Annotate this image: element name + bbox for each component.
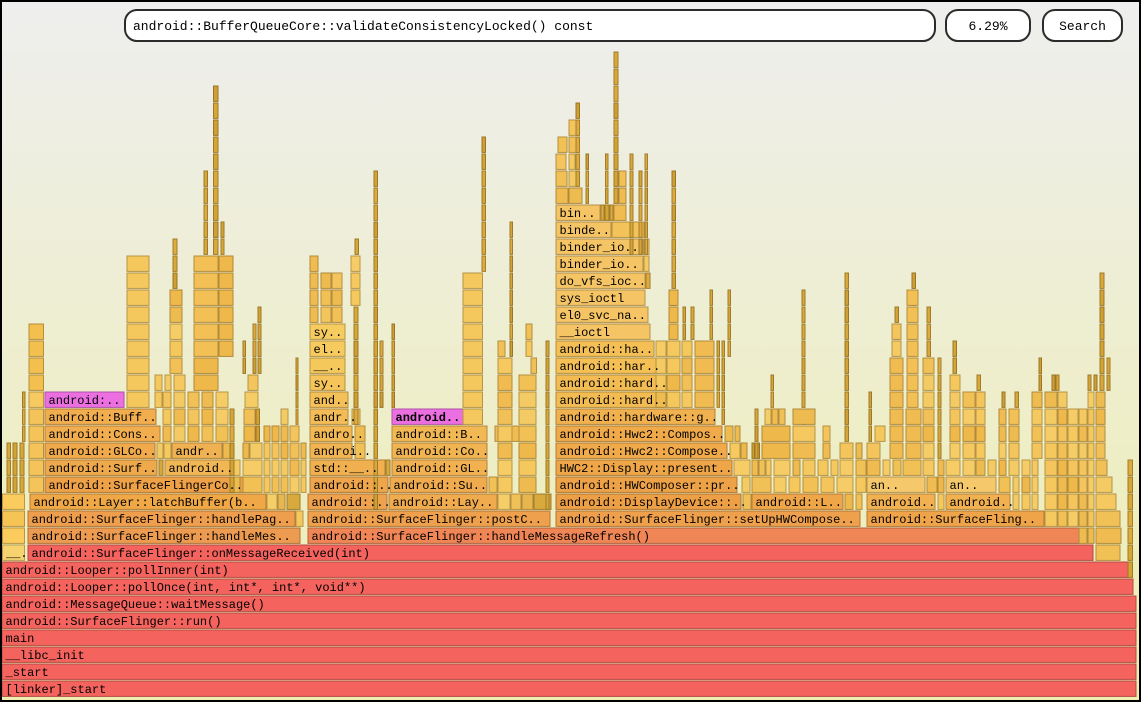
svg-text:sy..: sy.. [314, 326, 343, 340]
svg-text:android::Co..: android::Co.. [396, 445, 490, 459]
svg-text:android::MessageQueue::waitMes: android::MessageQueue::waitMessage() [6, 598, 265, 612]
svg-text:android::Hwc2::Compos..: android::Hwc2::Compos.. [560, 428, 726, 442]
svg-text:android::Looper::pollOnce(int,: android::Looper::pollOnce(int, int*, int… [6, 581, 366, 595]
svg-text:main: main [6, 632, 35, 646]
svg-text:android::Lay..: android::Lay.. [393, 496, 494, 510]
svg-text:_start: _start [5, 666, 49, 680]
svg-text:android::hard..: android::hard.. [560, 394, 668, 408]
svg-text:android::Layer::latchBuffer(b.: android::Layer::latchBuffer(b.. [34, 496, 257, 510]
svg-text:sys_ioctl: sys_ioctl [560, 292, 625, 306]
svg-text:android..: android.. [950, 496, 1015, 510]
svg-text:android::ha..: android::ha.. [560, 343, 654, 357]
svg-text:android::Surf..: android::Surf.. [49, 462, 157, 476]
svg-text:android::SurfaceFlinger::handl: android::SurfaceFlinger::handleMes.. [32, 530, 291, 544]
svg-text:Search: Search [1059, 19, 1106, 34]
svg-text:android::Su..: android::Su.. [394, 479, 488, 493]
svg-text:__libc_init: __libc_init [5, 649, 85, 663]
svg-text:__.: __. [5, 547, 28, 561]
svg-text:android..: android.. [169, 462, 234, 476]
svg-text:android::Buff..: android::Buff.. [49, 411, 157, 425]
svg-text:andr..: andr.. [176, 445, 219, 459]
svg-text:android::GL..: android::GL.. [396, 462, 490, 476]
svg-text:andro..: andro.. [314, 428, 364, 442]
svg-text:binder_io..: binder_io.. [560, 241, 639, 255]
svg-text:android::GLCo..: android::GLCo.. [49, 445, 157, 459]
svg-text:6.29%: 6.29% [968, 19, 1007, 34]
svg-text:android::L..: android::L.. [756, 496, 842, 510]
svg-text:bin..: bin.. [560, 207, 596, 221]
svg-text:android::SurfaceFlinger::run(): android::SurfaceFlinger::run() [6, 615, 222, 629]
svg-text:an..: an.. [950, 479, 979, 493]
svg-text:android::SurfaceFlingerCo..: android::SurfaceFlingerCo.. [49, 479, 243, 493]
svg-text:android..: android.. [871, 496, 936, 510]
svg-text:android::..: android::.. [314, 479, 393, 493]
svg-text:sy..: sy.. [314, 377, 343, 391]
svg-text:android::SurfaceFlinger::onMes: android::SurfaceFlinger::onMessageReceiv… [32, 547, 370, 561]
svg-text:an..: an.. [871, 479, 900, 493]
svg-text:android::hard..: android::hard.. [560, 377, 668, 391]
svg-text:android::har..: android::har.. [560, 360, 661, 374]
svg-text:android::SurfaceFling..: android::SurfaceFling.. [871, 513, 1037, 527]
svg-text:android::HWComposer::pr..: android::HWComposer::pr.. [560, 479, 740, 493]
svg-text:android::BufferQueueCore::vali: android::BufferQueueCore::validateConsis… [133, 19, 593, 34]
svg-text:android::Cons..: android::Cons.. [49, 428, 157, 442]
svg-text:binder_io..: binder_io.. [560, 258, 639, 272]
svg-text:__ioctl: __ioctl [559, 326, 610, 340]
svg-text:android::SurfaceFlinger::handl: android::SurfaceFlinger::handleMessageRe… [312, 530, 650, 544]
svg-text:binde..: binde.. [560, 224, 610, 238]
svg-text:[linker]_start: [linker]_start [6, 683, 107, 697]
svg-text:android:..: android:.. [49, 394, 121, 408]
svg-text:and..: and.. [314, 394, 350, 408]
svg-text:el0_svc_na..: el0_svc_na.. [560, 309, 646, 323]
svg-text:android::..: android::.. [312, 496, 391, 510]
svg-text:android::DisplayDevice::..: android::DisplayDevice::.. [560, 496, 747, 510]
svg-text:android::SurfaceFlinger::setUp: android::SurfaceFlinger::setUpHWCompose.… [560, 513, 855, 527]
svg-text:andr..: andr.. [314, 411, 357, 425]
svg-text:android::B..: android::B.. [396, 428, 482, 442]
svg-text:android::SurfaceFlinger::handl: android::SurfaceFlinger::handlePag.. [32, 513, 291, 527]
svg-text:__..: __.. [313, 360, 343, 374]
svg-text:do_vfs_ioc..: do_vfs_ioc.. [560, 275, 646, 289]
svg-text:android..: android.. [396, 411, 461, 425]
svg-text:std::__..: std::__.. [314, 462, 379, 476]
svg-text:el..: el.. [314, 343, 343, 357]
svg-text:androi..: androi.. [314, 445, 372, 459]
svg-text:android::SurfaceFlinger::postC: android::SurfaceFlinger::postC.. [312, 513, 542, 527]
svg-text:android::Looper::pollInner(int: android::Looper::pollInner(int) [6, 564, 229, 578]
svg-text:HWC2::Display::present..: HWC2::Display::present.. [560, 462, 733, 476]
svg-text:android::hardware::g..: android::hardware::g.. [560, 411, 718, 425]
svg-text:android::Hwc2::Compose..: android::Hwc2::Compose.. [560, 445, 733, 459]
